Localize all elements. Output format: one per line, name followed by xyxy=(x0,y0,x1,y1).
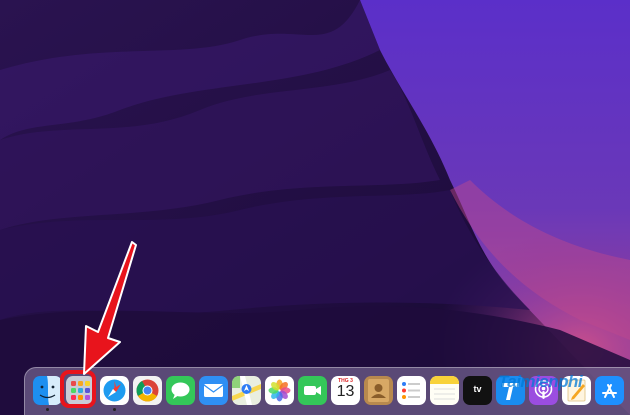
mail-icon xyxy=(199,376,228,405)
contacts-app[interactable] xyxy=(364,376,393,405)
photos-app[interactable] xyxy=(265,376,294,405)
contacts-icon xyxy=(364,376,393,405)
safari-app[interactable] xyxy=(100,376,129,405)
notes-icon xyxy=(430,376,459,405)
finder-icon xyxy=(33,376,62,405)
pointer-arrow-annotation xyxy=(83,241,137,375)
running-indicator xyxy=(113,408,116,411)
photos-icon xyxy=(265,376,294,405)
maps-app[interactable] xyxy=(232,376,261,405)
facetime-icon xyxy=(298,376,327,405)
finder-app[interactable] xyxy=(33,376,62,405)
maps-icon xyxy=(232,376,261,405)
messages-app[interactable] xyxy=(166,376,195,405)
mail-app[interactable] xyxy=(199,376,228,405)
facetime-app[interactable] xyxy=(298,376,327,405)
chrome-app[interactable] xyxy=(133,376,162,405)
apple-tv-icon: tv xyxy=(473,384,482,394)
calendar-app[interactable]: THG 3 13 xyxy=(331,376,360,405)
running-indicator xyxy=(46,408,49,411)
app-store-app[interactable] xyxy=(595,376,624,405)
app-store-icon xyxy=(595,376,624,405)
apple-tv-app[interactable]: tv xyxy=(463,376,492,405)
reminders-icon xyxy=(397,376,426,405)
calendar-day-label: 13 xyxy=(336,383,355,400)
notes-app[interactable] xyxy=(430,376,459,405)
watermark: Taimienphi xyxy=(498,372,583,391)
safari-icon xyxy=(100,376,129,405)
messages-icon xyxy=(166,376,195,405)
reminders-app[interactable] xyxy=(397,376,426,405)
chrome-icon xyxy=(133,376,162,405)
